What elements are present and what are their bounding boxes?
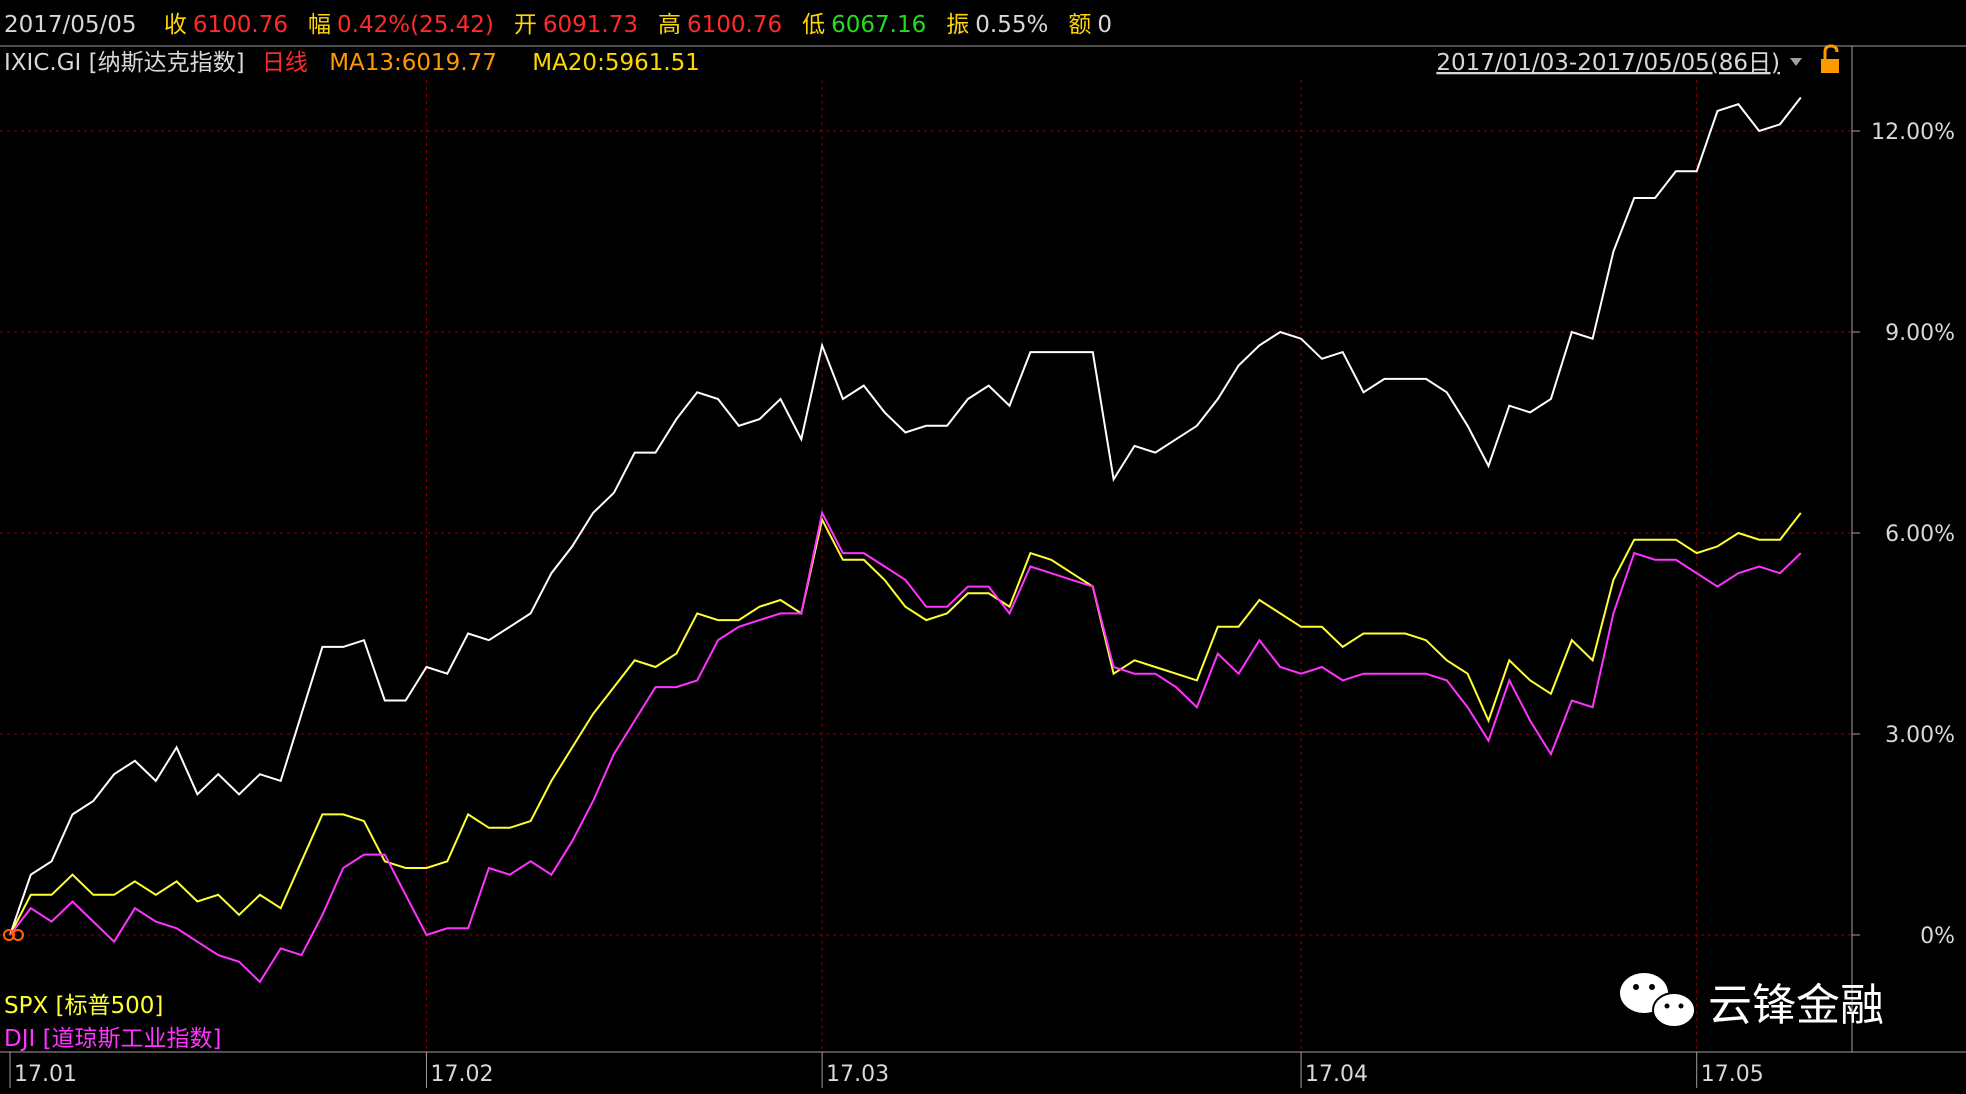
line-chart: 2017/05/05 收 6100.76 幅 0.42%(25.42) 开 6091.73… xyxy=(0,0,1966,1090)
y-tick-label-3: 9.00% xyxy=(1885,321,1955,346)
date-range-selector[interactable]: 2017/01/03-2017/05/05(86日) xyxy=(1436,50,1780,76)
x-tick-label-0: 17.01 xyxy=(14,1062,77,1087)
watermark-text: 云锋金融 xyxy=(1708,980,1884,1031)
quote-value-6: 0 xyxy=(1097,12,1112,38)
y-tick-label-2: 6.00% xyxy=(1885,522,1955,547)
quote-value-3: 6100.76 xyxy=(687,12,782,38)
quote-value-4: 6067.16 xyxy=(831,12,926,38)
quote-label-1: 幅 xyxy=(308,12,331,38)
y-tick-label-4: 12.00% xyxy=(1871,120,1955,145)
quote-label-6: 额 xyxy=(1068,12,1091,38)
x-tick-label-4: 17.05 xyxy=(1701,1062,1764,1087)
ma13-label: MA13:6019.77 xyxy=(329,50,497,76)
quote-label-4: 低 xyxy=(802,12,825,38)
quote-label-2: 开 xyxy=(514,12,537,38)
quote-text: 2017/05/05 收 6100.76 幅 0.42%(25.42) 开 6091.73… xyxy=(4,12,1112,38)
chart-background xyxy=(0,0,1966,1090)
quote-value-0: 6100.76 xyxy=(193,12,288,38)
x-tick-label-1: 17.02 xyxy=(430,1062,493,1087)
indicator-text: IXIC.GI [纳斯达克指数] 日线 MA13:6019.77 MA20:59… xyxy=(4,50,700,76)
quote-label-0: 收 xyxy=(164,12,187,38)
x-tick-label-3: 17.04 xyxy=(1305,1062,1368,1087)
legend-spx: SPX [标普500] xyxy=(4,993,163,1019)
chart-container: 2017/05/05 收 6100.76 幅 0.42%(25.42) 开 6091.73… xyxy=(0,0,1966,1090)
quote-label-3: 高 xyxy=(658,12,681,38)
y-tick-label-0: 0% xyxy=(1920,924,1955,949)
quote-value-2: 6091.73 xyxy=(543,12,638,38)
ma20-label: MA20:5961.51 xyxy=(532,50,700,76)
x-tick-label-2: 17.03 xyxy=(826,1062,889,1087)
quote-label-5: 振 xyxy=(946,12,969,38)
quote-date: 2017/05/05 xyxy=(4,12,137,38)
watermark: 云锋金融 xyxy=(1620,973,1884,1031)
index-code: IXIC.GI [纳斯达克指数] xyxy=(4,50,245,76)
y-tick-label-1: 3.00% xyxy=(1885,723,1955,748)
quote-value-1: 0.42%(25.42) xyxy=(337,12,494,38)
legend-dji: DJI [道琼斯工业指数] xyxy=(4,1026,222,1052)
period-label: 日线 xyxy=(262,50,308,76)
quote-value-5: 0.55% xyxy=(975,12,1048,38)
